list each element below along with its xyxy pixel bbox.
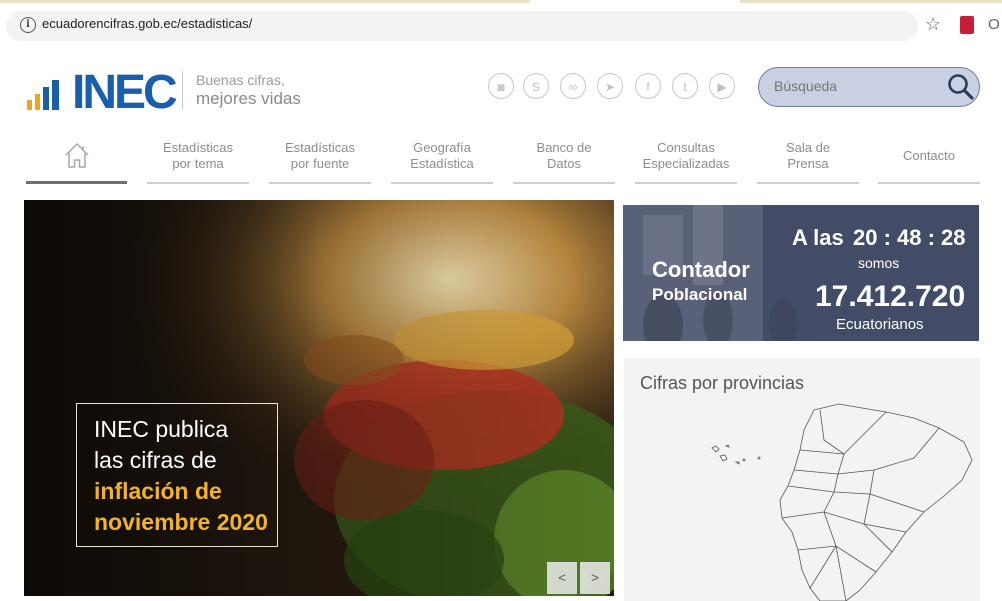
- star-icon[interactable]: ☆: [925, 14, 941, 35]
- population-unit: Ecuatorianos: [836, 316, 924, 333]
- nav-label-line2: Especializadas: [642, 156, 730, 171]
- search-icon[interactable]: [946, 72, 976, 102]
- flickr-icon[interactable]: ∞: [560, 73, 586, 99]
- provinces-title: Cifras por provincias: [640, 373, 805, 393]
- browser-top-line: [0, 0, 530, 3]
- extension-icon-2[interactable]: O: [988, 16, 1000, 33]
- counter-subtitle: Poblacional: [652, 285, 748, 304]
- nav-estadisticas-fuente[interactable]: Estadísticas por fuente: [269, 140, 371, 184]
- counter-time: 20 : 48 : 28: [853, 225, 966, 250]
- info-icon[interactable]: i: [20, 17, 36, 33]
- logo-divider: [182, 71, 183, 109]
- telegram-icon[interactable]: ➤: [597, 73, 623, 99]
- facebook-icon[interactable]: f: [635, 73, 661, 99]
- nav-label-line2: Estadística: [410, 156, 474, 171]
- counter-title: Contador: [652, 257, 750, 282]
- logo-bars-icon: [27, 80, 59, 110]
- nav-label-line1: Geografía: [413, 140, 471, 155]
- hero-headline-line2: las cifras de: [94, 447, 217, 473]
- nav-label-line2: por tema: [172, 156, 224, 171]
- youtube-icon[interactable]: ▶: [709, 73, 735, 99]
- population-value: 17.412.720: [815, 280, 966, 313]
- counter-time-prefix: A las: [792, 225, 844, 250]
- nav-banco-datos[interactable]: Banco de Datos: [513, 140, 615, 184]
- skype-icon[interactable]: S: [523, 73, 549, 99]
- carousel-prev-button[interactable]: <: [547, 562, 577, 594]
- logo-text[interactable]: INEC: [72, 65, 178, 120]
- instagram-icon[interactable]: ◙: [488, 73, 514, 99]
- nav-estadisticas-tema[interactable]: Estadísticas por tema: [147, 140, 249, 184]
- carousel-next-button[interactable]: >: [580, 562, 610, 594]
- nav-label-line1: Banco de: [536, 140, 592, 155]
- nav-contacto[interactable]: Contacto: [878, 140, 980, 184]
- nav-geografia-estadistica[interactable]: Geografía Estadística: [391, 140, 493, 184]
- url-text[interactable]: ecuadorencifras.gob.ec/estadisticas/: [42, 16, 252, 31]
- nav-label-line1: Estadísticas: [284, 140, 356, 155]
- tagline-line1: Buenas cifras,: [196, 72, 285, 88]
- extension-icon[interactable]: [960, 16, 974, 34]
- nav-sala-prensa[interactable]: Sala de Prensa: [757, 140, 859, 184]
- nav-label-line2: Prensa: [787, 156, 829, 171]
- tagline-line2: mejores vidas: [196, 89, 301, 108]
- nav-label-line2: por fuente: [290, 156, 350, 171]
- counter-somos: somos: [858, 255, 900, 271]
- hero-headline-line3: inflación de: [94, 478, 222, 504]
- nav-home[interactable]: [26, 140, 127, 184]
- hero-headline-line1: INEC publica: [94, 416, 229, 442]
- nav-consultas-especializadas[interactable]: Consultas Especializadas: [635, 140, 737, 184]
- hero-headline-line4: noviembre 2020: [94, 509, 268, 535]
- nav-label-line1: Estadísticas: [162, 140, 234, 155]
- nav-label-line2: Datos: [547, 156, 581, 171]
- nav-label-line1: Contacto: [902, 148, 956, 163]
- ecuador-map-icon[interactable]: [624, 400, 980, 601]
- nav-label-line1: Consultas: [657, 140, 715, 155]
- home-icon: [64, 142, 89, 168]
- browser-top-line-right: [740, 0, 1002, 3]
- nav-label-line1: Sala de: [785, 140, 831, 155]
- twitter-icon[interactable]: t: [672, 73, 698, 99]
- search-input[interactable]: [774, 78, 924, 94]
